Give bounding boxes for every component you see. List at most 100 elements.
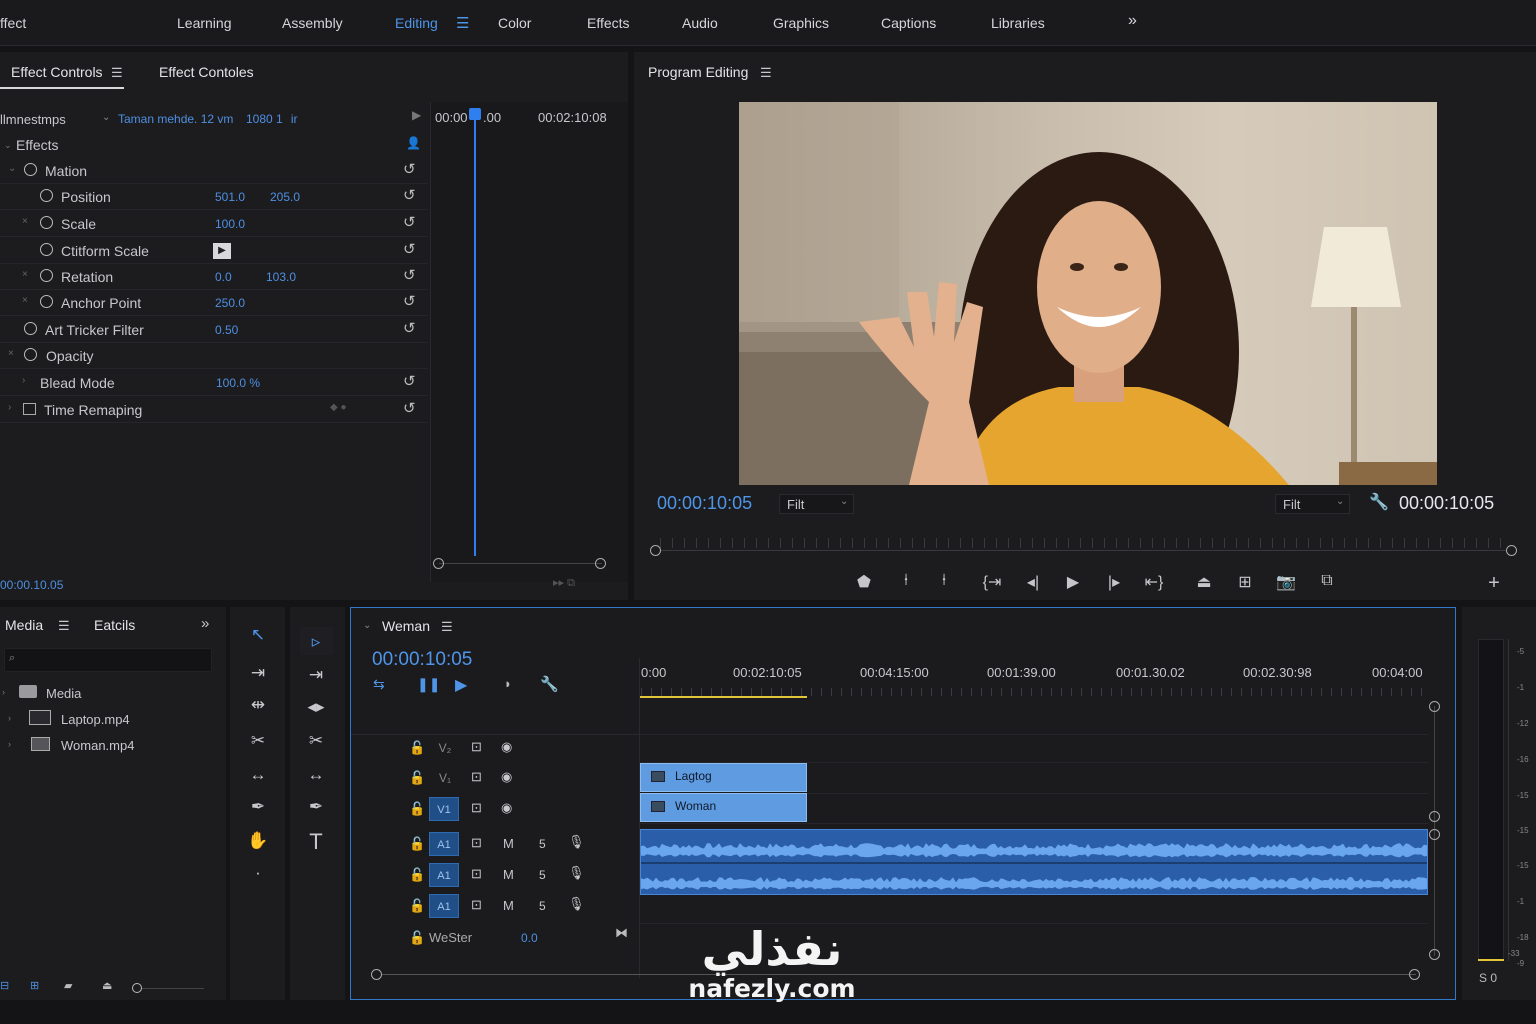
lock-icon[interactable]: 🔓 — [409, 801, 425, 817]
razor-tool-icon[interactable]: ✂ — [303, 731, 329, 751]
sequence-tab[interactable]: Weman — [382, 618, 430, 634]
marker-icon[interactable]: ◗ — [504, 676, 512, 691]
blend-mode-value[interactable]: 100.0 % — [216, 376, 260, 390]
panel-menu-icon[interactable]: ☰ — [760, 65, 772, 81]
microphone-icon[interactable]: 🎙 — [568, 834, 585, 850]
lock-icon[interactable]: 🔓 — [409, 836, 425, 852]
freeform-view-icon[interactable]: ▰ — [64, 979, 72, 992]
effect-current-time[interactable]: 00:00.10.05 — [0, 578, 63, 592]
mute-button[interactable]: M — [503, 898, 514, 913]
track-name[interactable]: V₁ — [433, 771, 457, 785]
track-select-tool-icon[interactable]: ⇥ — [303, 665, 329, 685]
program-title[interactable]: Program Editing — [648, 64, 748, 80]
effect-mini-timeline[interactable] — [430, 102, 628, 582]
sort-icon[interactable]: ⏏ — [102, 979, 112, 992]
workspace-tab-libraries[interactable]: Libraries — [991, 15, 1045, 31]
video-clip[interactable]: Woman — [640, 793, 807, 822]
workspace-tab-editing[interactable]: Editing — [395, 15, 438, 31]
reset-icon[interactable]: ↺ — [403, 319, 416, 337]
tab-effect-controls[interactable]: Effect Controls — [11, 64, 103, 80]
expand-icon[interactable]: › — [2, 687, 5, 697]
position-y-value[interactable]: 205.0 — [270, 190, 300, 204]
track-target-badge[interactable]: A1 — [429, 832, 459, 856]
reset-icon[interactable]: ↺ — [403, 186, 416, 204]
reset-icon[interactable]: ↺ — [403, 372, 416, 390]
eye-icon[interactable]: ◉ — [501, 769, 512, 785]
icon-view-icon[interactable]: ⊞ — [30, 979, 39, 992]
twirl-icon[interactable]: × — [22, 295, 28, 306]
effect-row-art-tricker-filter[interactable]: Art Tricker Filter 0.50 ↺ — [0, 317, 428, 343]
filter-icons[interactable]: ▸▸ ⧉ — [553, 576, 575, 590]
workspace-tab-color[interactable]: Color — [498, 15, 531, 31]
lock-icon[interactable]: 🔓 — [409, 740, 425, 756]
effect-row-rotation[interactable]: × Retation 0.0 103.0 ↺ — [0, 264, 428, 290]
toggle-effect-icon[interactable] — [24, 348, 37, 361]
more-workspaces-icon[interactable]: » — [1128, 12, 1137, 30]
reset-icon[interactable]: ↺ — [403, 213, 416, 231]
media-folder-name[interactable]: Media — [46, 686, 81, 701]
sync-lock-icon[interactable]: ⊡ — [471, 800, 482, 816]
audio-clip[interactable] — [640, 829, 1428, 895]
horizontal-scrollbar[interactable] — [371, 969, 1421, 980]
hourglass-icon[interactable]: ⧓ — [615, 925, 628, 941]
razor-tool-icon[interactable]: ✂ — [245, 731, 271, 751]
reset-icon[interactable]: ↺ — [403, 399, 416, 417]
hand-tool-icon[interactable]: ✋ — [245, 831, 271, 851]
fit-dropdown-right[interactable]: Filt ⌄ — [1275, 494, 1350, 514]
lock-icon[interactable]: 🔓 — [409, 898, 425, 914]
clip-resolution[interactable]: 1080 1 ir — [246, 112, 298, 126]
go-to-in-icon[interactable]: {⇥ — [980, 572, 1004, 592]
track-target-badge[interactable]: V1 — [429, 797, 459, 821]
twirl-icon[interactable]: ⌄ — [8, 163, 16, 174]
keyframe-nav-icon[interactable]: ◆ ● — [330, 402, 347, 413]
program-timecode-left[interactable]: 00:00:10:05 — [657, 493, 752, 514]
vertical-scrollbar-handle[interactable] — [1429, 811, 1440, 822]
camera-icon[interactable]: 📷 — [1274, 572, 1298, 592]
nest-play-icon[interactable]: ▶ — [455, 675, 467, 695]
workspace-tab-assembly[interactable]: Assembly — [282, 15, 343, 31]
eye-icon[interactable]: ◉ — [501, 739, 512, 755]
rotation-value[interactable]: 0.0 — [215, 270, 232, 284]
step-forward-icon[interactable]: |▸ — [1102, 572, 1126, 592]
solo-button[interactable]: 5 — [539, 868, 546, 882]
sync-lock-icon[interactable]: ⊡ — [471, 897, 482, 913]
pen-tool-icon[interactable]: ✒ — [303, 797, 329, 817]
search-input[interactable]: ⌕ — [4, 648, 212, 672]
workspace-tab-graphics[interactable]: Graphics — [773, 15, 829, 31]
stopwatch-icon[interactable] — [40, 216, 53, 229]
expand-icon[interactable]: › — [8, 713, 11, 723]
lock-icon[interactable]: 🔓 — [409, 770, 425, 786]
lock-icon[interactable]: 🔓 — [409, 867, 425, 883]
twirl-icon[interactable]: × — [22, 216, 28, 227]
go-to-out-icon[interactable]: ⇤} — [1142, 572, 1166, 592]
tab-eatcils[interactable]: Eatcils — [94, 617, 135, 633]
stopwatch-icon[interactable] — [40, 243, 53, 256]
solo-button[interactable]: 5 — [539, 837, 546, 851]
program-scrub-bar[interactable] — [650, 532, 1517, 558]
sync-lock-icon[interactable]: ⊡ — [471, 835, 482, 851]
twirl-icon[interactable]: › — [8, 402, 11, 413]
mute-button[interactable]: M — [503, 867, 514, 882]
effect-row-anchor-point[interactable]: × Anchor Point 250.0 ↺ — [0, 290, 428, 316]
effect-row-position[interactable]: Position 501.0 205.0 ↺ — [0, 184, 428, 210]
lock-icon[interactable]: 🔓 — [409, 930, 425, 946]
clip-info[interactable]: Taman mehde. 12 vm — [118, 112, 233, 126]
vertical-scrollbar-handle[interactable] — [1429, 829, 1440, 840]
lift-icon[interactable]: ⏏ — [1192, 572, 1216, 592]
effect-row-uniform-scale[interactable]: Ctitform Scale ▶ ↺ — [0, 238, 428, 264]
add-marker-icon[interactable]: ⬟ — [852, 572, 876, 592]
mini-scrollbar[interactable] — [433, 558, 608, 569]
selection-tool-icon[interactable]: ↖ — [245, 625, 271, 645]
tab-effect-contoles[interactable]: Effect Contoles — [159, 64, 254, 80]
timeline-timecode[interactable]: 00:00:10:05 — [372, 649, 472, 671]
effect-row-mation[interactable]: ⌄ Mation ↺ — [0, 158, 428, 184]
fit-dropdown-left[interactable]: Filt ⌄ — [779, 494, 854, 514]
linked-selection-icon[interactable]: ❚❚ — [417, 676, 440, 693]
play-triangle-icon[interactable]: ▶ — [412, 108, 421, 122]
track-target-badge[interactable]: A1 — [429, 863, 459, 887]
expand-icon[interactable]: › — [8, 739, 11, 749]
master-volume-value[interactable]: 0.0 — [521, 931, 538, 945]
selection-tool-icon[interactable]: ▹ — [303, 632, 329, 652]
stopwatch-icon[interactable] — [40, 295, 53, 308]
workspace-menu-icon[interactable]: ☰ — [456, 14, 469, 32]
